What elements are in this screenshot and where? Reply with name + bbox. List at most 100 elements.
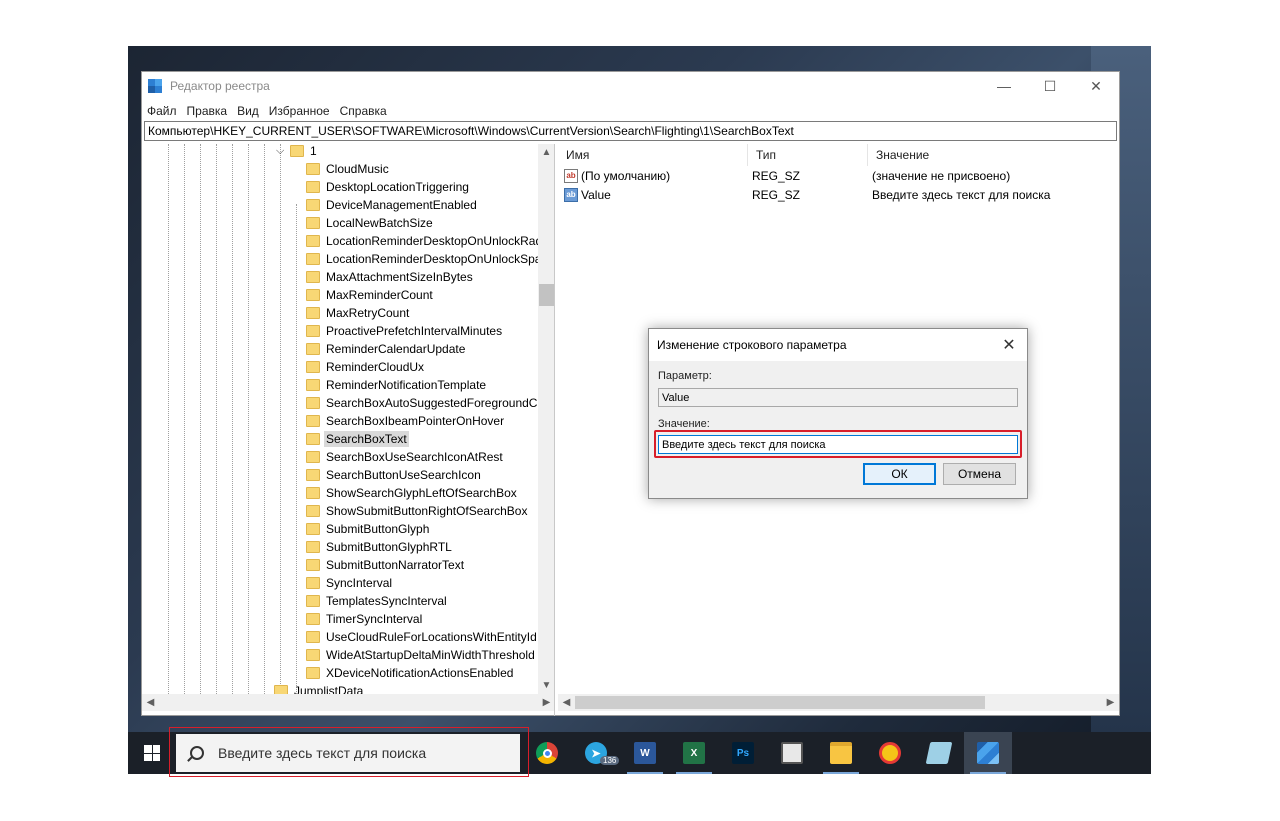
tree-item[interactable]: SearchButtonUseSearchIcon xyxy=(306,466,481,484)
folder-icon xyxy=(306,379,320,391)
value-data-input[interactable]: Введите здесь текст для поиска xyxy=(658,435,1018,454)
tree-item[interactable]: ProactivePrefetchIntervalMinutes xyxy=(306,322,502,340)
word-taskbar-button[interactable]: W xyxy=(621,732,669,774)
string-value-icon: ab xyxy=(564,168,578,183)
excel-icon: X xyxy=(683,742,705,764)
tree-vertical-scrollbar[interactable]: ▲ ▼ xyxy=(538,144,554,694)
desktop: Редактор реестра — ☐ ✕ Файл Правка Вид И… xyxy=(128,46,1151,774)
tree-item[interactable]: TemplatesSyncInterval xyxy=(306,592,447,610)
tree-item[interactable]: XDeviceNotificationActionsEnabled xyxy=(306,664,513,682)
tree-item[interactable]: SearchBoxAutoSuggestedForegroundCo xyxy=(306,394,544,412)
tree-item[interactable]: SubmitButtonNarratorText xyxy=(306,556,464,574)
tree-item[interactable]: CloudMusic xyxy=(306,160,389,178)
tree-item[interactable]: LocalNewBatchSize xyxy=(306,214,433,232)
scroll-thumb[interactable] xyxy=(539,284,554,306)
tree-item[interactable]: ReminderCalendarUpdate xyxy=(306,340,465,358)
monitor-icon xyxy=(781,742,803,764)
param-label: Параметр: xyxy=(658,370,712,382)
value-row[interactable]: ab (По умолчанию) REG_SZ (значение не при… xyxy=(558,166,1119,185)
tree-item[interactable]: UseCloudRuleForLocationsWithEntityId xyxy=(306,628,537,646)
search-highlight-frame xyxy=(169,727,529,777)
tree-item[interactable]: WideAtStartupDeltaMinWidthThreshold xyxy=(306,646,535,664)
scroll-down-icon[interactable]: ▼ xyxy=(538,677,554,694)
tree-item[interactable]: LocationReminderDesktopOnUnlockRad xyxy=(306,232,542,250)
tree-parent-key[interactable]: ⌵ 1 xyxy=(276,144,317,160)
menu-view[interactable]: Вид xyxy=(237,104,259,118)
scroll-thumb[interactable] xyxy=(575,696,985,709)
tree-item[interactable]: ReminderCloudUx xyxy=(306,358,424,376)
excel-taskbar-button[interactable]: X xyxy=(670,732,718,774)
chrome-taskbar-button[interactable] xyxy=(523,732,571,774)
telegram-taskbar-button[interactable]: ➤ 136 xyxy=(572,732,620,774)
cancel-button[interactable]: Отмена xyxy=(943,463,1016,485)
tree-horizontal-scrollbar[interactable]: ◀ ▶ xyxy=(142,694,554,711)
string-value-icon: ab xyxy=(564,187,578,202)
menu-help[interactable]: Справка xyxy=(340,104,387,118)
tree-item[interactable]: SubmitButtonGlyphRTL xyxy=(306,538,452,556)
notepad-icon xyxy=(925,742,953,764)
folder-icon xyxy=(290,145,304,157)
menu-edit[interactable]: Правка xyxy=(187,104,228,118)
folder-icon xyxy=(306,469,320,481)
screenshot-taskbar-button[interactable] xyxy=(768,732,816,774)
folder-icon xyxy=(306,181,320,193)
column-data[interactable]: Значение xyxy=(868,144,1119,166)
tree-item[interactable]: MaxAttachmentSizeInBytes xyxy=(306,268,473,286)
registry-editor-window: Редактор реестра — ☐ ✕ Файл Правка Вид И… xyxy=(141,71,1120,716)
folder-icon xyxy=(306,397,320,409)
tree-item[interactable]: DeviceManagementEnabled xyxy=(306,196,477,214)
scroll-right-icon[interactable]: ▶ xyxy=(1102,694,1119,711)
folder-icon xyxy=(306,163,320,175)
tree-item[interactable]: LocationReminderDesktopOnUnlockSpa xyxy=(306,250,541,268)
column-name[interactable]: Имя xyxy=(558,143,748,166)
value-row[interactable]: ab Value REG_SZ Введите здесь текст для п… xyxy=(558,185,1119,204)
folder-icon xyxy=(306,343,320,355)
folder-icon xyxy=(306,289,320,301)
tree-item[interactable]: MaxReminderCount xyxy=(306,286,433,304)
scroll-left-icon[interactable]: ◀ xyxy=(142,694,159,711)
tree-item[interactable]: ShowSubmitButtonRightOfSearchBox xyxy=(306,502,527,520)
tree-item[interactable]: SearchBoxIbeamPointerOnHover xyxy=(306,412,504,430)
regedit-taskbar-button[interactable] xyxy=(964,732,1012,774)
menu-bar: Файл Правка Вид Избранное Справка xyxy=(142,100,1119,121)
edit-string-dialog: Изменение строкового параметра ✕ Парамет… xyxy=(648,328,1028,499)
scroll-right-icon[interactable]: ▶ xyxy=(538,694,554,711)
ok-button[interactable]: ОК xyxy=(863,463,936,485)
folder-icon xyxy=(306,199,320,211)
folder-icon xyxy=(306,433,320,445)
values-horizontal-scrollbar[interactable]: ◀ ▶ xyxy=(558,694,1119,711)
tree-item-selected[interactable]: SearchBoxText xyxy=(306,430,409,448)
scroll-left-icon[interactable]: ◀ xyxy=(558,694,575,711)
title-bar[interactable]: Редактор реестра — ☐ ✕ xyxy=(142,72,1119,100)
maximize-button[interactable]: ☐ xyxy=(1027,72,1073,100)
dialog-title: Изменение строкового параметра xyxy=(649,329,1027,361)
folder-icon xyxy=(306,253,320,265)
address-bar[interactable]: Компьютер\HKEY_CURRENT_USER\SOFTWARE\Mic… xyxy=(144,121,1117,141)
chevron-down-icon[interactable]: ⌵ xyxy=(276,145,290,158)
close-button[interactable]: ✕ xyxy=(1073,72,1119,100)
menu-favorites[interactable]: Избранное xyxy=(269,104,330,118)
tree-item[interactable]: ShowSearchGlyphLeftOfSearchBox xyxy=(306,484,517,502)
scroll-up-icon[interactable]: ▲ xyxy=(538,144,554,161)
minimize-button[interactable]: — xyxy=(981,72,1027,100)
word-icon: W xyxy=(634,742,656,764)
folder-icon xyxy=(306,307,320,319)
explorer-taskbar-button[interactable] xyxy=(817,732,865,774)
yandex-taskbar-button[interactable] xyxy=(866,732,914,774)
tree-item[interactable]: SyncInterval xyxy=(306,574,392,592)
column-type[interactable]: Тип xyxy=(748,143,868,166)
tree-item[interactable]: DesktopLocationTriggering xyxy=(306,178,469,196)
menu-file[interactable]: Файл xyxy=(147,104,177,118)
tree-item[interactable]: MaxRetryCount xyxy=(306,304,409,322)
tree-item[interactable]: ReminderNotificationTemplate xyxy=(306,376,486,394)
tree-item[interactable]: TimerSyncInterval xyxy=(306,610,422,628)
tree-item[interactable]: SearchBoxUseSearchIconAtRest xyxy=(306,448,503,466)
notepad-taskbar-button[interactable] xyxy=(915,732,963,774)
folder-icon xyxy=(306,523,320,535)
close-icon[interactable]: ✕ xyxy=(997,334,1021,356)
folder-icon xyxy=(306,451,320,463)
regedit-icon xyxy=(148,79,162,93)
tree-item[interactable]: SubmitButtonGlyph xyxy=(306,520,429,538)
photoshop-taskbar-button[interactable]: Ps xyxy=(719,732,767,774)
folder-icon xyxy=(306,559,320,571)
